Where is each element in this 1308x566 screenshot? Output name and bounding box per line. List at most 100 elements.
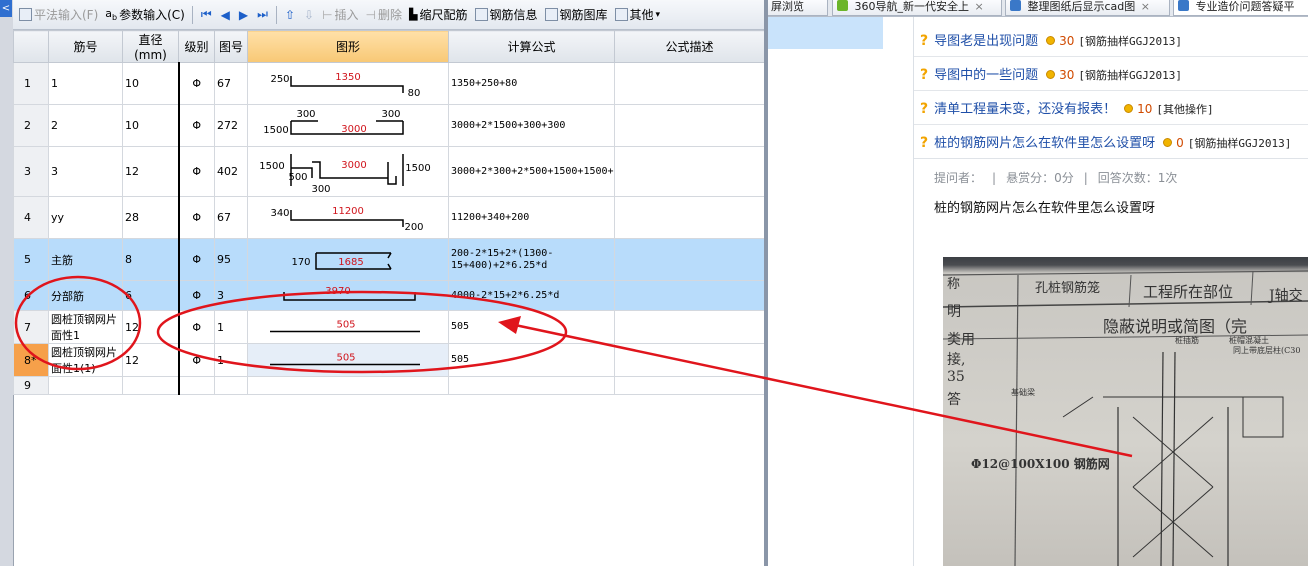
question-link[interactable]: 导图老是出现问题: [934, 34, 1038, 49]
cell-grade[interactable]: Φ: [178, 310, 215, 344]
table-row[interactable]: 6 分部筋 6 Φ 3 3970 4000-2*15+2*6.25*d: [13, 280, 765, 311]
cell-grade[interactable]: Φ: [178, 343, 215, 377]
cell-shape[interactable]: 1500 500 300 3000 1500: [247, 146, 449, 197]
cell-formula[interactable]: 1350+250+80: [448, 62, 615, 105]
rebar-info-button[interactable]: 钢筋信息: [473, 6, 540, 23]
table-row[interactable]: 8* 圆桩顶钢网片面性1(1) 12 Φ 1 505 505: [13, 343, 765, 377]
close-icon[interactable]: ×: [1141, 0, 1150, 13]
other-menu-button[interactable]: 其他 ▾: [613, 6, 663, 23]
cell-formula[interactable]: 3000+2*1500+300+300: [448, 104, 615, 147]
col-header-name[interactable]: 筋号: [48, 30, 123, 63]
cell-description[interactable]: [614, 310, 765, 344]
collapse-sidebar-button[interactable]: <: [0, 0, 12, 17]
insert-button[interactable]: ⊢ 插入: [320, 6, 360, 23]
cell-formula[interactable]: 505: [448, 343, 615, 377]
cell-diameter[interactable]: 12: [122, 146, 180, 197]
cell-shape[interactable]: 505: [247, 310, 449, 344]
cell-description[interactable]: [614, 280, 765, 311]
row-number[interactable]: 8*: [13, 343, 49, 377]
question-item[interactable]: ? 清单工程量未变，还没有报表！ 10 [其他操作]: [920, 98, 1214, 117]
cell-bar-name[interactable]: yy: [48, 196, 123, 239]
cell-description[interactable]: [614, 62, 765, 105]
cell-description[interactable]: [614, 196, 765, 239]
browser-tab-3[interactable]: 整理图纸后显示cad图 ×: [1005, 0, 1170, 16]
browser-tab-2[interactable]: 360导航_新一代安全上 ×: [832, 0, 1002, 16]
row-number[interactable]: 2: [13, 104, 49, 147]
cell-formula[interactable]: 11200+340+200: [448, 196, 615, 239]
cell-grade[interactable]: Φ: [178, 196, 215, 239]
row-number[interactable]: 3: [13, 146, 49, 197]
question-category[interactable]: [钢筋抽样GGJ2013]: [1188, 137, 1292, 150]
close-icon[interactable]: ×: [975, 0, 984, 13]
cell-shape[interactable]: 340 11200 200: [247, 196, 449, 239]
cell-figure-number[interactable]: [214, 376, 248, 395]
cell-bar-name[interactable]: [48, 376, 123, 395]
cell-shape[interactable]: 1500 300 300 3000: [247, 104, 449, 147]
col-header-grade[interactable]: 级别: [178, 30, 215, 63]
cell-diameter[interactable]: 6: [122, 280, 180, 311]
table-row[interactable]: 5 主筋 8 Φ 95 170 1685 200-2*15+2*(1300-15+400)+2…: [13, 238, 765, 281]
question-category[interactable]: [钢筋抽样GGJ2013]: [1078, 35, 1182, 48]
cell-diameter[interactable]: 8: [122, 238, 180, 281]
cell-formula[interactable]: 3000+2*300+2*500+1500+1500+2*6.25*d: [448, 146, 615, 197]
cell-figure-number[interactable]: 67: [214, 196, 248, 239]
cell-description[interactable]: [614, 146, 765, 197]
cell-formula[interactable]: 200-2*15+2*(1300-15+400)+2*6.25*d: [448, 238, 615, 281]
browser-tab-1[interactable]: 屏浏览: [768, 0, 828, 16]
cell-bar-name[interactable]: 分部筋: [48, 280, 123, 311]
table-row[interactable]: 7 圆桩顶钢网片面性1 12 Φ 1 505 505: [13, 310, 765, 344]
col-header-formula[interactable]: 计算公式: [448, 30, 615, 63]
cell-grade[interactable]: Φ: [178, 62, 215, 105]
cell-grade[interactable]: Φ: [178, 146, 215, 197]
col-header-diameter[interactable]: 直径(mm): [122, 30, 179, 63]
plan-input-button[interactable]: 平法输入(F): [17, 6, 100, 23]
question-item[interactable]: ? 桩的钢筋网片怎么在软件里怎么设置呀 0 [钢筋抽样GGJ2013]: [920, 132, 1291, 151]
row-number[interactable]: 9: [13, 376, 49, 395]
cell-bar-name[interactable]: 2: [48, 104, 123, 147]
cell-figure-number[interactable]: 1: [214, 343, 248, 377]
browser-tab-4[interactable]: 专业造价问题答疑平: [1173, 0, 1308, 16]
cell-figure-number[interactable]: 272: [214, 104, 248, 147]
param-input-button[interactable]: ab 参数输入(C): [103, 6, 187, 23]
cell-diameter[interactable]: 12: [122, 310, 180, 344]
row-number[interactable]: 4: [13, 196, 49, 239]
cell-bar-name[interactable]: 主筋: [48, 238, 123, 281]
question-link[interactable]: 桩的钢筋网片怎么在软件里怎么设置呀: [934, 136, 1155, 151]
table-row[interactable]: 1 1 10 Φ 67 250 1350 80 1350+250+80: [13, 62, 765, 105]
cell-diameter[interactable]: [122, 376, 180, 395]
question-category[interactable]: [其他操作]: [1156, 103, 1213, 116]
cell-grade[interactable]: [178, 376, 215, 395]
row-number[interactable]: 6: [13, 280, 49, 311]
cell-diameter[interactable]: 12: [122, 343, 180, 377]
table-row[interactable]: 2 2 10 Φ 272 1500 300 300 3000 3000+2*1500+300+30…: [13, 104, 765, 147]
cell-shape[interactable]: [247, 376, 449, 395]
cell-figure-number[interactable]: 95: [214, 238, 248, 281]
cell-grade[interactable]: Φ: [178, 238, 215, 281]
cell-shape[interactable]: 505: [247, 343, 449, 377]
cell-figure-number[interactable]: 3: [214, 280, 248, 311]
col-header-fig[interactable]: 图号: [214, 30, 248, 63]
construction-drawing-photo[interactable]: 称 孔桩钢筋笼 工程所在部位 J轴交 明 隐蔽说明或简图（完 类用 接, 35 …: [943, 257, 1308, 566]
cell-formula[interactable]: 4000-2*15+2*6.25*d: [448, 280, 615, 311]
cell-formula[interactable]: [448, 376, 615, 395]
table-row[interactable]: 4 yy 28 Φ 67 340 11200 200 11200+340+200: [13, 196, 765, 239]
cell-grade[interactable]: Φ: [178, 280, 215, 311]
cell-bar-name[interactable]: 圆桩顶钢网片面性1: [48, 310, 123, 344]
cell-shape[interactable]: 250 1350 80: [247, 62, 449, 105]
col-header-description[interactable]: 公式描述: [614, 30, 765, 63]
cell-diameter[interactable]: 28: [122, 196, 180, 239]
question-category[interactable]: [钢筋抽样GGJ2013]: [1078, 69, 1182, 82]
cell-description[interactable]: [614, 104, 765, 147]
question-link[interactable]: 导图中的一些问题: [934, 68, 1038, 83]
cell-bar-name[interactable]: 圆桩顶钢网片面性1(1): [48, 343, 123, 377]
cell-figure-number[interactable]: 402: [214, 146, 248, 197]
table-row[interactable]: 9: [13, 376, 765, 395]
cell-figure-number[interactable]: 1: [214, 310, 248, 344]
cell-diameter[interactable]: 10: [122, 62, 180, 105]
next-record-icon[interactable]: ▶: [236, 8, 251, 22]
question-link[interactable]: 清单工程量未变，还没有报表！: [934, 102, 1116, 117]
cell-diameter[interactable]: 10: [122, 104, 180, 147]
cell-description[interactable]: [614, 238, 765, 281]
move-down-icon[interactable]: ⇩: [301, 8, 317, 22]
cell-grade[interactable]: Φ: [178, 104, 215, 147]
